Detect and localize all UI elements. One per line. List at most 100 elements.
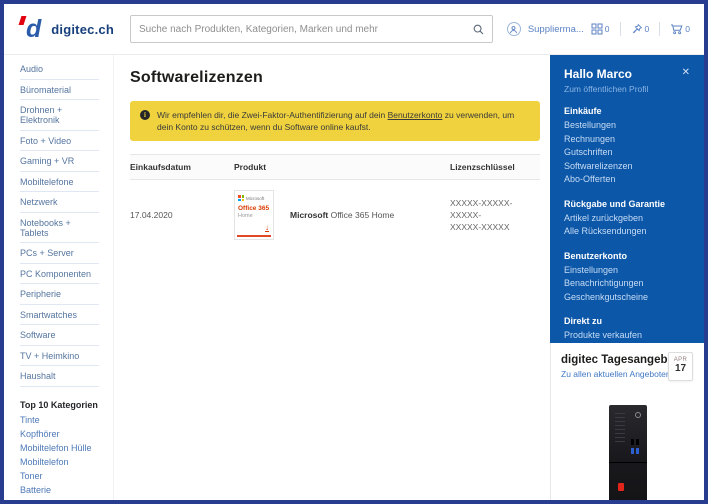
search-icon[interactable] <box>473 24 484 35</box>
menu-item-rechnungen[interactable]: Rechnungen <box>564 133 690 147</box>
sidebar-item-drohnen[interactable]: Drohnen + Elektronik <box>20 100 99 131</box>
logo-d-icon: d <box>20 17 41 42</box>
download-icon: ↓ <box>265 224 269 232</box>
top10-heading: Top 10 Kategorien <box>20 400 99 410</box>
section-einkaeufe: Einkäufe <box>564 106 690 116</box>
logo-wordmark: digitec.ch <box>51 22 114 37</box>
search-input[interactable] <box>139 24 473 35</box>
purchase-date: 17.04.2020 <box>130 210 234 220</box>
benutzerkonto-link[interactable]: Benutzerkonto <box>388 110 443 120</box>
account-menu-panel: Hallo Marco ✕ Zum öffentlichen Profil Ei… <box>550 55 704 343</box>
top10-item-usb-kabel[interactable]: USB Kabel <box>20 497 99 504</box>
calendar-day: 17 <box>669 363 692 374</box>
sidebar-item-foto-video[interactable]: Foto + Video <box>20 131 99 152</box>
sidebar-item-pcs-server[interactable]: PCs + Server <box>20 243 99 264</box>
compare-count: 0 <box>605 24 610 34</box>
watchlist-count: 0 <box>645 24 650 34</box>
menu-item-bestellungen[interactable]: Bestellungen <box>564 119 690 133</box>
microsoft-squares-icon <box>238 195 244 201</box>
deal-product-image-pc-tower[interactable] <box>609 405 647 503</box>
col-lizenzschluessel: Lizenzschlüssel <box>450 162 540 172</box>
divider <box>659 22 660 36</box>
sidebar-item-gaming[interactable]: Gaming + VR <box>20 151 99 172</box>
menu-item-alle-ruecksendungen[interactable]: Alle Rücksendungen <box>564 225 690 239</box>
menu-item-einstellungen[interactable]: Einstellungen <box>564 264 690 278</box>
menu-item-gutschriften[interactable]: Gutschriften <box>564 146 690 160</box>
main-content: Softwarelizenzen i Wir empfehlen dir, di… <box>114 55 550 500</box>
header-actions: Supplierma... 0 0 0 <box>507 22 690 36</box>
compare-button[interactable]: 0 <box>591 23 610 35</box>
account-name-label[interactable]: Supplierma... <box>528 24 584 35</box>
sidebar-item-haushalt[interactable]: Haushalt <box>20 366 99 387</box>
logo-red-tick <box>19 16 27 25</box>
digitec-logo[interactable]: d digitec.ch <box>20 17 114 42</box>
sidebar-item-netzwerk[interactable]: Netzwerk <box>20 192 99 213</box>
section-direkt-zu: Direkt zu <box>564 316 690 326</box>
page-title: Softwarelizenzen <box>130 69 540 87</box>
sidebar-item-smartwatches[interactable]: Smartwatches <box>20 305 99 326</box>
sidebar-item-tv-heimkino[interactable]: TV + Heimkino <box>20 346 99 367</box>
account-avatar-icon[interactable] <box>507 22 521 36</box>
col-produkt: Produkt <box>234 162 450 172</box>
product-cell: Microsoft Office 365 Home ↓ Microsoft Of… <box>234 190 450 240</box>
divider <box>620 22 621 36</box>
top-header: d digitec.ch Supplierma... 0 0 <box>4 4 704 55</box>
table-row: 17.04.2020 Microsoft Office 365 Home ↓ M… <box>130 180 540 250</box>
sidebar-item-audio[interactable]: Audio <box>20 59 99 80</box>
license-key-line2: XXXXX-XXXXX <box>450 221 540 233</box>
product-name[interactable]: Microsoft Office 365 Home <box>290 210 394 220</box>
menu-item-artikel-zurueckgeben[interactable]: Artikel zurückgeben <box>564 212 690 226</box>
notice-text: Wir empfehlen dir, die Zwei-Faktor-Authe… <box>157 109 530 133</box>
top10-item-tinte[interactable]: Tinte <box>20 413 99 427</box>
microsoft-box-brand: Microsoft <box>246 196 264 201</box>
search-bar[interactable] <box>130 15 493 43</box>
sidebar-item-notebooks[interactable]: Notebooks + Tablets <box>20 213 99 244</box>
top10-item-kopfhoerer[interactable]: Kopfhörer <box>20 427 99 441</box>
product-title: Office 365 Home <box>328 210 394 220</box>
section-benutzerkonto: Benutzerkonto <box>564 251 690 261</box>
pc-usb3-port <box>636 448 639 454</box>
pc-usb-port <box>636 439 639 445</box>
sidebar-item-mobiltelefone[interactable]: Mobiltelefone <box>20 172 99 193</box>
license-key-line1: XXXXX-XXXXX-XXXXX- <box>450 197 540 221</box>
two-factor-notice: i Wir empfehlen dir, die Zwei-Faktor-Aut… <box>130 101 540 141</box>
sidebar-item-pc-komponenten[interactable]: PC Komponenten <box>20 264 99 285</box>
top10-item-huelle[interactable]: Mobiltelefon Hülle <box>20 441 99 455</box>
menu-item-geschenkgutscheine[interactable]: Geschenkgutscheine <box>564 291 690 305</box>
sidebar-item-peripherie[interactable]: Peripherie <box>20 284 99 305</box>
product-brand: Microsoft <box>290 210 328 220</box>
close-icon[interactable]: ✕ <box>682 67 690 79</box>
box-red-bar <box>237 235 271 238</box>
license-key: XXXXX-XXXXX-XXXXX- XXXXX-XXXXX <box>450 197 540 233</box>
menu-item-benachrichtigungen[interactable]: Benachrichtigungen <box>564 277 690 291</box>
digitec-window: d digitec.ch Supplierma... 0 0 <box>0 0 708 504</box>
pc-seam <box>609 462 647 463</box>
section-rueckgabe: Rückgabe und Garantie <box>564 199 690 209</box>
cart-count: 0 <box>685 24 690 34</box>
table-header-row: Einkaufsdatum Produkt Lizenzschlüssel <box>130 154 540 180</box>
license-table: Einkaufsdatum Produkt Lizenzschlüssel 17… <box>130 154 540 250</box>
box-subtitle: Home <box>238 213 270 219</box>
pc-usb-port <box>631 439 634 445</box>
menu-item-abo-offerten[interactable]: Abo-Offerten <box>564 173 690 187</box>
info-icon: i <box>140 110 150 120</box>
public-profile-link[interactable]: Zum öffentlichen Profil <box>564 84 690 94</box>
cart-button[interactable]: 0 <box>670 23 690 35</box>
top10-item-toner[interactable]: Toner <box>20 469 99 483</box>
sidebar-item-software[interactable]: Software <box>20 325 99 346</box>
pc-power-button <box>635 412 641 418</box>
notice-pre: Wir empfehlen dir, die Zwei-Faktor-Authe… <box>157 110 388 120</box>
calendar-badge: APR 17 <box>668 352 693 381</box>
menu-item-produkte-verkaufen[interactable]: Produkte verkaufen <box>564 329 690 343</box>
menu-item-softwarelizenzen[interactable]: Softwarelizenzen <box>564 160 690 174</box>
panel-top: Hallo Marco ✕ <box>564 67 690 81</box>
sidebar-item-bueromaterial[interactable]: Büromaterial <box>20 80 99 101</box>
greeting: Hallo Marco <box>564 67 632 81</box>
top10-item-batterie[interactable]: Batterie <box>20 483 99 497</box>
office365-box-image[interactable]: Microsoft Office 365 Home ↓ <box>234 190 274 240</box>
microsoft-logo: Microsoft <box>238 195 270 201</box>
watchlist-pin-button[interactable]: 0 <box>631 23 650 35</box>
top10-item-mobiltelefon[interactable]: Mobiltelefon <box>20 455 99 469</box>
pc-usb3-port <box>631 448 634 454</box>
box-title: Office 365 <box>238 205 270 212</box>
